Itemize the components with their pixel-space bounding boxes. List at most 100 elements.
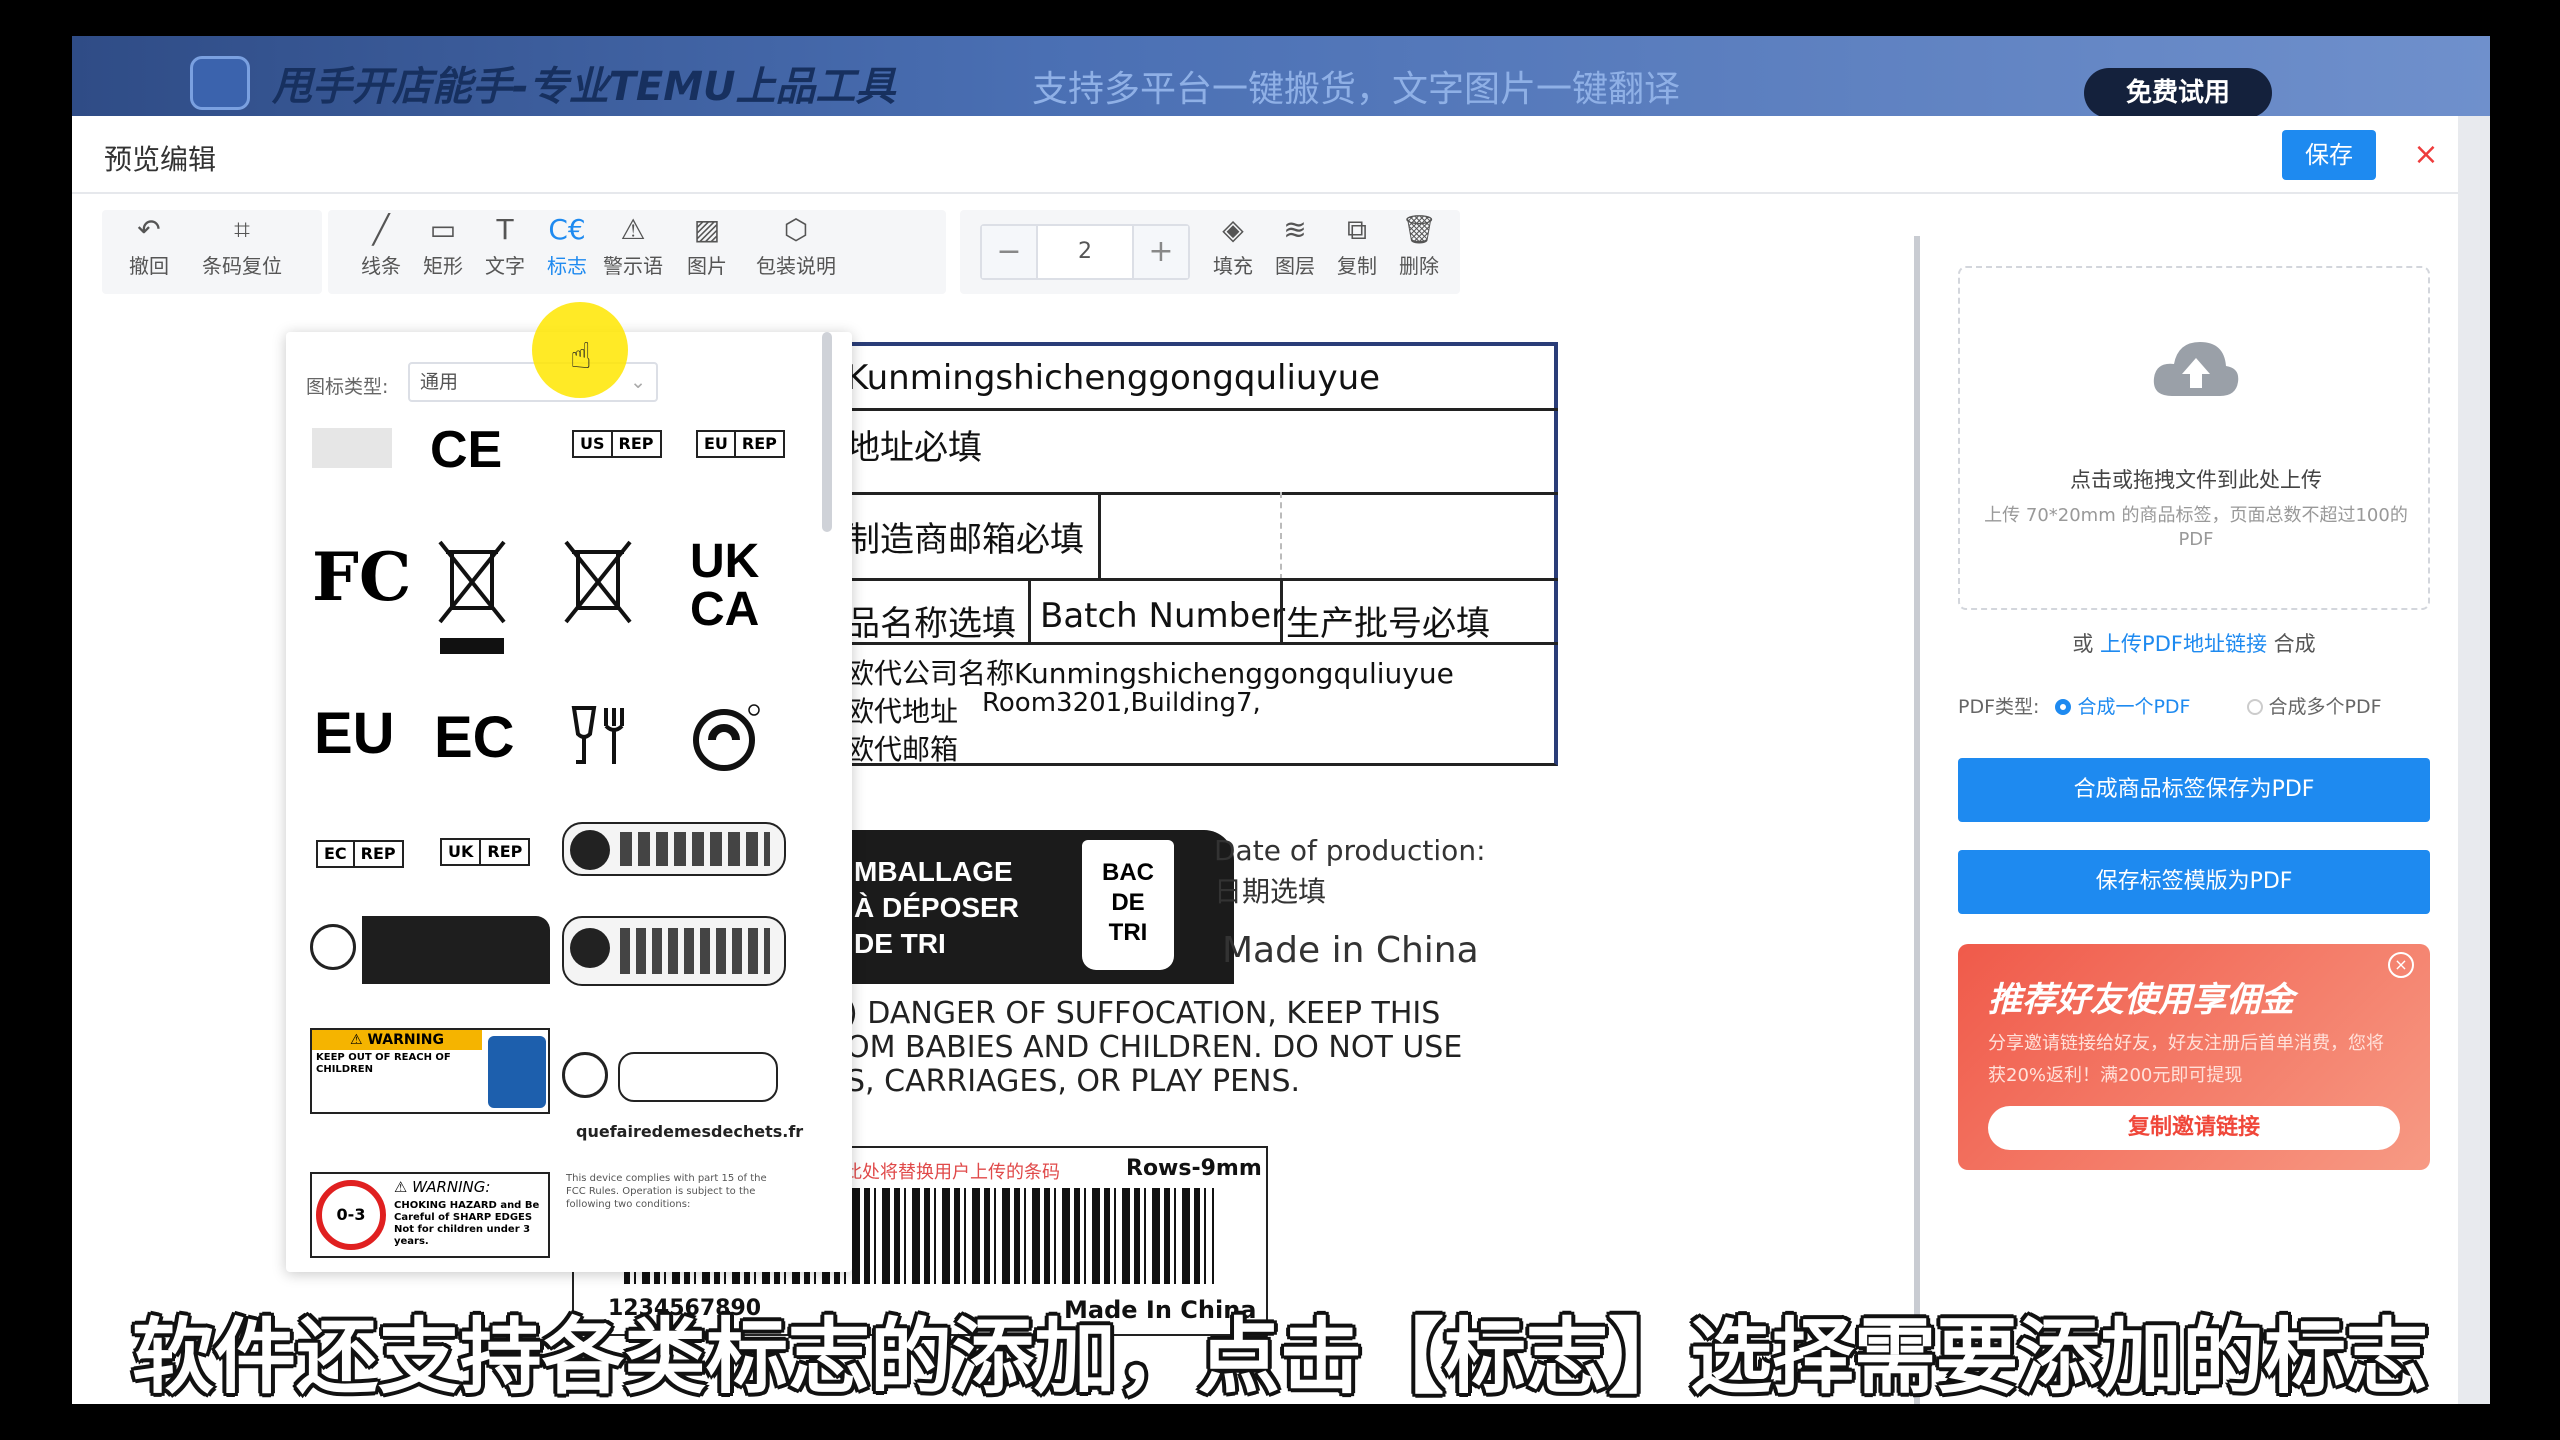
child-figure-icon — [488, 1036, 546, 1108]
choking-hazard-icon[interactable]: 0-3 ⚠ WARNING: CHOKING HAZARD and Be Car… — [310, 1172, 550, 1258]
us-rep-icon[interactable]: US REP — [572, 430, 662, 458]
upload-pdf-link[interactable]: 上传PDF地址链接 — [2100, 632, 2267, 656]
triman-emballage-icon[interactable] — [310, 916, 550, 984]
layer-count-stepper[interactable]: − 2 + — [980, 224, 1190, 280]
label-agent-company[interactable]: 欧代公司名称Kunmingshichenggongquliuyue — [846, 652, 1454, 692]
label-agent-address-value[interactable]: Room3201,Building7, — [982, 688, 1261, 718]
triman-recycle-block[interactable]: MBALLAGE À DÉPOSER DE TRI BAC DE TRI — [842, 830, 1234, 984]
eu-rep-icon[interactable]: EU REP — [696, 430, 785, 458]
save-labels-pdf-button[interactable]: 合成商品标签保存为PDF — [1958, 758, 2430, 822]
triman-donnez-recyclez-icon[interactable] — [562, 822, 786, 876]
toolbar-group-history: ↶ 撤回 ⌗ 条码复位 — [102, 210, 322, 294]
panel-scrollbar[interactable] — [822, 332, 832, 532]
copy-invite-link-button[interactable]: 复制邀请链接 — [1988, 1106, 2400, 1150]
warning-tool[interactable]: ⚠ 警示语 — [600, 210, 666, 294]
delete-tool[interactable]: 🗑 删除 — [1386, 210, 1452, 294]
pdf-option-single-label: 合成一个PDF — [2077, 696, 2191, 718]
made-in-china-text[interactable]: Made in China — [1222, 930, 1479, 971]
recycle-text-1: MBALLAGE — [854, 856, 1013, 887]
triman-figure-icon — [570, 928, 610, 968]
canvas-scrollbar[interactable] — [1914, 236, 1920, 1404]
stepper-value[interactable]: 2 — [1038, 226, 1132, 278]
triman-sort-pictogram — [618, 1052, 778, 1102]
image-tool[interactable]: ▨ 图片 — [674, 210, 740, 294]
uk-rep-right: REP — [479, 840, 528, 864]
label-batch-number[interactable]: Batch Number — [1040, 596, 1285, 636]
ukca-bottom: CA — [690, 583, 760, 636]
date-of-production[interactable]: Date of production: — [1214, 834, 1486, 867]
or-suffix: 合成 — [2273, 632, 2316, 656]
table-divider — [1028, 578, 1031, 642]
pdf-upload-dropzone[interactable]: 点击或拖拽文件到此处上传 上传 70*20mm 的商品标签，页面总数不超过100… — [1958, 266, 2430, 610]
promo-close-icon[interactable]: × — [2388, 952, 2414, 978]
ec-mark-icon[interactable]: EC — [434, 704, 515, 771]
crossed-bin-icon[interactable] — [562, 538, 634, 628]
undo-button[interactable]: ↶ 撤回 — [116, 210, 182, 294]
package-tool[interactable]: ⬡ 包装说明 — [746, 210, 846, 294]
food-safe-glass-fork-icon[interactable] — [568, 704, 628, 768]
label-batch-required[interactable]: 生产批号必填 — [1286, 596, 1490, 645]
hand-cursor-icon: ☝ — [570, 336, 592, 377]
logo-tool[interactable]: C€ 标志 — [534, 210, 600, 294]
copy-tool[interactable]: ⧉ 复制 — [1324, 210, 1390, 294]
or-prefix: 或 — [2072, 632, 2094, 656]
label-address[interactable]: 地址必填 — [846, 420, 982, 469]
undo-icon: ↶ — [137, 213, 161, 246]
rect-icon: ▭ — [429, 213, 457, 246]
text-label: 文字 — [485, 254, 525, 278]
logo-picker-panel: 图标类型: 通用 ⌄ CE US REP EU REP FC UK CA EU … — [286, 332, 852, 1272]
label-agent-email[interactable]: 欧代邮箱 — [846, 728, 958, 768]
dialog-title: 预览编辑 — [104, 143, 217, 176]
free-trial-button[interactable]: 免费试用 — [2084, 68, 2272, 118]
uk-rep-icon[interactable]: UK REP — [440, 838, 531, 866]
label-agent-address[interactable]: 欧代地址 — [846, 690, 958, 730]
date-optional[interactable]: 日期选填 — [1214, 870, 1326, 910]
table-line — [842, 492, 1558, 495]
triman-site-icon[interactable] — [562, 1052, 786, 1108]
pdf-option-single[interactable]: 合成一个PDF — [2055, 696, 2191, 718]
label-product-name[interactable]: 品名称选填 — [846, 596, 1016, 645]
barcode-reset-button[interactable]: ⌗ 条码复位 — [186, 210, 298, 294]
copy-icon: ⧉ — [1347, 213, 1367, 246]
layer-tool[interactable]: ≋ 图层 — [1262, 210, 1328, 294]
blank-symbol-icon[interactable] — [312, 428, 392, 468]
fcc-logo-icon[interactable]: FC — [312, 538, 411, 616]
stepper-plus-button[interactable]: + — [1132, 226, 1188, 278]
app-logo-icon — [190, 56, 250, 110]
eu-mark-icon[interactable]: EU — [314, 700, 395, 767]
label-email[interactable]: 制造商邮箱必填 — [846, 512, 1084, 561]
fill-tool[interactable]: ◈ 填充 — [1200, 210, 1266, 294]
warning-keep-out-icon[interactable]: ⚠ WARNING KEEP OUT OF REACH OF CHILDREN — [310, 1028, 550, 1114]
dialog-header: 预览编辑 保存 × — [72, 116, 2458, 194]
choking-title-wrap: ⚠ WARNING: — [394, 1178, 491, 1196]
choking-body: CHOKING HAZARD and Be Careful of SHARP E… — [394, 1200, 540, 1247]
ec-rep-icon[interactable]: EC REP — [316, 840, 404, 868]
green-dot-icon[interactable] — [692, 702, 762, 772]
save-template-pdf-button[interactable]: 保存标签模版为PDF — [1958, 850, 2430, 914]
warning-text-2[interactable]: OM BABIES AND CHILDREN. DO NOT USE — [846, 1030, 1462, 1065]
warning-text-1[interactable]: ) DANGER OF SUFFOCATION, KEEP THIS — [846, 996, 1440, 1031]
stepper-minus-button[interactable]: − — [982, 226, 1038, 278]
ukca-mark-icon[interactable]: UK CA — [690, 538, 759, 634]
weee-crossed-bin-icon[interactable] — [436, 538, 508, 658]
label-company[interactable]: Kunmingshichenggongquliuyue — [846, 358, 1380, 398]
package-label: 包装说明 — [756, 254, 836, 278]
fcc-statement-icon[interactable]: This device complies with part 15 of the… — [566, 1172, 786, 1211]
rect-tool[interactable]: ▭ 矩形 — [410, 210, 476, 294]
label-info-table[interactable]: Kunmingshichenggongquliuyue 地址必填 制造商邮箱必填… — [842, 342, 1558, 766]
table-line — [842, 408, 1558, 411]
barcode-rows: Rows-9mm — [1126, 1156, 1262, 1181]
pdf-option-multiple[interactable]: 合成多个PDF — [2246, 696, 2382, 718]
recycle-text-3: DE TRI — [854, 928, 946, 959]
undo-label: 撤回 — [129, 254, 169, 278]
ce-mark-icon[interactable]: CE — [430, 420, 502, 480]
triman-appareil-icon[interactable] — [562, 916, 786, 986]
text-tool[interactable]: T 文字 — [472, 210, 538, 294]
close-button[interactable]: × — [2406, 130, 2446, 180]
warning-text-3[interactable]: S, CARRIAGES, OR PLAY PENS. — [846, 1064, 1300, 1099]
us-rep-right: REP — [610, 432, 660, 456]
save-button[interactable]: 保存 — [2282, 130, 2376, 180]
layers-icon: ≋ — [1283, 213, 1307, 246]
line-tool[interactable]: ╱ 线条 — [348, 210, 414, 294]
trash-icon: 🗑 — [1401, 213, 1437, 246]
